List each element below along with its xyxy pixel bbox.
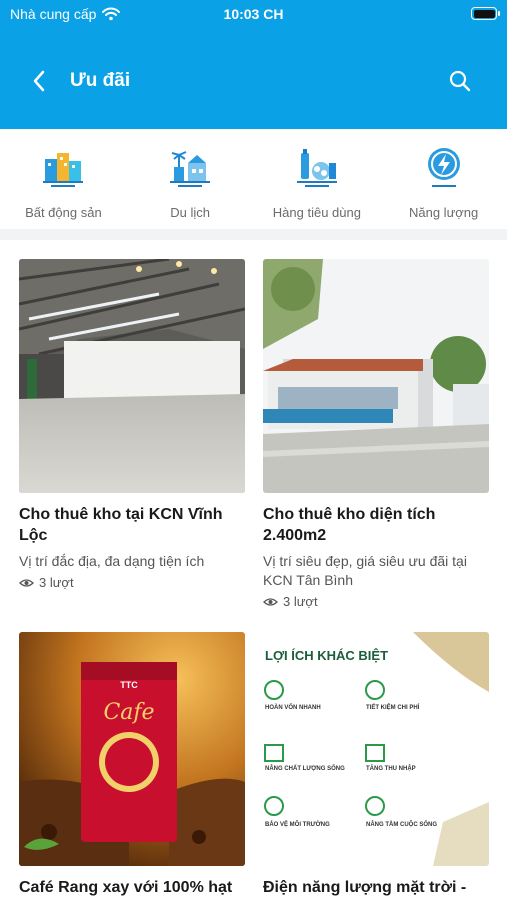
category-bar: Bất động sản Du lịch Hàng tiêu dùng Năng… bbox=[0, 129, 507, 229]
category-energy[interactable]: Năng lượng bbox=[380, 129, 507, 229]
category-travel[interactable]: Du lịch bbox=[127, 129, 254, 229]
offer-card[interactable]: Cho thuê kho diện tích 2.400m2 Vị trí si… bbox=[263, 259, 489, 609]
category-label: Năng lượng bbox=[408, 205, 479, 220]
infographic-item: NÂNG CHẤT LƯỢNG SỐNG bbox=[265, 766, 345, 772]
offer-card[interactable]: LỢI ÍCH KHÁC BIỆT HOÀN VỐN NHANH TIẾT KI… bbox=[263, 632, 489, 898]
package-brand: TTC bbox=[120, 680, 138, 690]
coffee-image: TTC Cafe bbox=[19, 632, 245, 866]
real-estate-icon bbox=[43, 153, 84, 187]
view-count: 3 lượt bbox=[283, 594, 318, 609]
infographic-item: BẢO VỆ MÔI TRƯỜNG bbox=[265, 822, 330, 828]
back-button[interactable] bbox=[24, 66, 54, 96]
warehouse-image bbox=[19, 259, 245, 493]
category-label: Bất động sản bbox=[25, 205, 102, 220]
battery-icon bbox=[471, 7, 500, 20]
offer-description: Vị trí siêu đẹp, giá siêu ưu đãi tại KCN… bbox=[263, 553, 467, 588]
eye-icon bbox=[19, 578, 34, 587]
category-real-estate[interactable]: Bất động sản bbox=[0, 129, 127, 229]
eye-icon bbox=[263, 597, 278, 606]
infographic-item: HOÀN VỐN NHANH bbox=[265, 705, 321, 711]
infographic-item: TĂNG THU NHẬP bbox=[366, 766, 416, 772]
status-bar: Nhà cung cấp 10:03 CH bbox=[0, 0, 507, 30]
infographic-item: TIẾT KIỆM CHI PHÍ bbox=[366, 705, 420, 711]
offer-card[interactable]: Cho thuê kho tại KCN Vĩnh Lộc Vị trí đắc… bbox=[19, 259, 245, 590]
section-divider bbox=[0, 229, 507, 240]
page-title: Ưu đãi bbox=[70, 70, 131, 91]
consumer-goods-icon bbox=[296, 149, 337, 187]
navigation-bar: Ưu đãi bbox=[0, 58, 507, 104]
view-count: 3 lượt bbox=[39, 575, 74, 590]
offer-title: Điện năng lượng mặt trời - bbox=[263, 879, 467, 896]
status-time: 10:03 CH bbox=[223, 6, 284, 22]
search-icon bbox=[449, 70, 471, 92]
solar-infographic-image: LỢI ÍCH KHÁC BIỆT HOÀN VỐN NHANH TIẾT KI… bbox=[263, 632, 489, 866]
offer-title: Cho thuê kho tại KCN Vĩnh Lộc bbox=[19, 506, 223, 544]
category-consumer-goods[interactable]: Hàng tiêu dùng bbox=[254, 129, 381, 229]
category-label: Du lịch bbox=[170, 205, 210, 220]
infographic-heading: LỢI ÍCH KHÁC BIỆT bbox=[265, 648, 389, 663]
app-header: Nhà cung cấp 10:03 CH Ưu đãi bbox=[0, 0, 507, 129]
offer-title: Café Rang xay với 100% hạt bbox=[19, 879, 233, 896]
offer-description: Vị trí đắc địa, đa dạng tiện ích bbox=[19, 553, 205, 569]
chevron-left-icon bbox=[33, 70, 45, 92]
package-title: Cafe bbox=[103, 700, 155, 725]
energy-icon bbox=[427, 148, 460, 187]
offer-title: Cho thuê kho diện tích 2.400m2 bbox=[263, 506, 436, 544]
category-label: Hàng tiêu dùng bbox=[272, 205, 361, 220]
travel-icon bbox=[170, 151, 211, 187]
factory-image bbox=[263, 259, 489, 493]
offer-card[interactable]: TTC Cafe Café Rang xay với 100% hạt bbox=[19, 632, 245, 898]
infographic-item: NÂNG TẦM CUỘC SỐNG bbox=[366, 822, 437, 828]
search-button[interactable] bbox=[445, 66, 475, 96]
